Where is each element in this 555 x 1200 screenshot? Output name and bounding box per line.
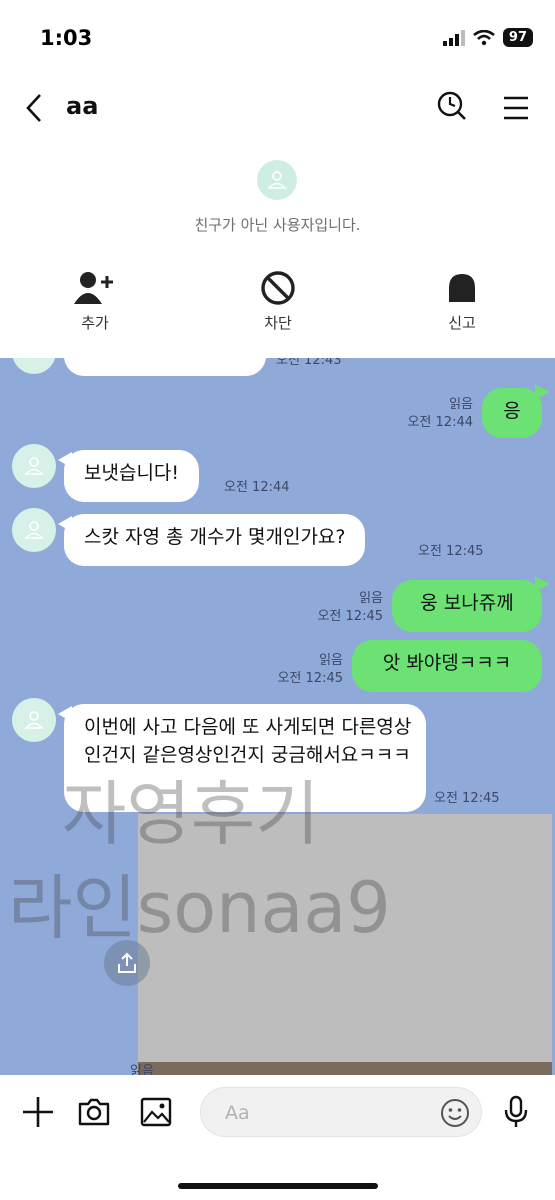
camera-icon	[78, 1098, 110, 1126]
block-icon	[261, 271, 295, 305]
voice-button[interactable]	[494, 1090, 538, 1134]
message-time: 오전 12:44	[407, 414, 473, 430]
bubble-tail	[535, 384, 549, 400]
search-button[interactable]	[432, 86, 472, 126]
status-time: 1:03	[40, 26, 93, 50]
message-bubble-out[interactable]: 응	[482, 388, 542, 438]
message-time: 오전 12:45	[317, 608, 383, 624]
back-icon	[26, 94, 41, 122]
battery-indicator: 97	[502, 28, 533, 47]
watermark-line1: 자영후기	[62, 773, 320, 855]
notice-avatar	[257, 160, 297, 200]
sender-avatar	[12, 508, 56, 552]
signal-icon	[442, 29, 465, 46]
wifi-icon	[473, 29, 495, 45]
status-icons: 97	[442, 28, 533, 47]
person-icon	[267, 171, 287, 189]
person-icon	[24, 457, 44, 475]
message-bubble-in[interactable]: 보냇습니다!	[64, 450, 200, 502]
read-receipt-group: 읽음 오전 12:44	[407, 396, 473, 431]
person-icon	[24, 711, 44, 729]
message-time: 오전 12:45	[434, 791, 500, 806]
read-receipt-group: 읽음 오전 12:45	[277, 652, 343, 687]
microphone-icon	[504, 1095, 528, 1127]
message-time: 오전 12:45	[277, 670, 343, 686]
read-receipt: 읽음	[359, 591, 383, 606]
block-button[interactable]: 차단	[218, 270, 338, 333]
home-indicator	[178, 1183, 378, 1189]
chat-area[interactable]: 오전 12:43 읽음 오전 12:44 응 보냇습니다! 오전 12:44 스…	[0, 358, 555, 1075]
message-time: 오전 12:45	[418, 544, 484, 559]
sender-avatar	[12, 444, 56, 488]
share-icon	[118, 952, 136, 973]
gallery-icon	[140, 1097, 172, 1127]
share-button[interactable]	[104, 940, 150, 986]
camera-button[interactable]	[72, 1090, 116, 1134]
menu-button[interactable]	[496, 88, 536, 128]
sender-avatar	[12, 358, 56, 374]
message-time: 오전 12:43	[276, 358, 342, 368]
back-button[interactable]	[16, 88, 52, 128]
add-friend-button[interactable]: 추가	[35, 270, 155, 333]
search-icon	[437, 91, 466, 120]
block-label: 차단	[264, 314, 292, 332]
composer-bar	[0, 1075, 555, 1200]
read-receipt: 읽음	[449, 397, 473, 412]
bubble-tail	[535, 576, 549, 592]
gallery-button[interactable]	[134, 1090, 178, 1134]
read-receipt-group: 읽음 오전 12:45	[317, 590, 383, 625]
message-bubble-out[interactable]: 웅 보나쥬께	[392, 580, 542, 632]
notice-text: 친구가 아닌 사용자입니다.	[194, 216, 361, 234]
report-icon	[449, 274, 475, 302]
menu-icon	[504, 96, 528, 120]
add-friend-icon	[74, 272, 113, 304]
message-input[interactable]	[223, 1098, 427, 1128]
attach-button[interactable]	[16, 1090, 60, 1134]
chat-title: aa	[66, 92, 99, 120]
message-bubble-out[interactable]: 앗 봐야뎅ㅋㅋㅋ	[352, 640, 542, 692]
report-label: 신고	[448, 314, 476, 332]
message-bubble-in[interactable]: 스캇 자영 총 개수가 몇개인가요?	[64, 514, 366, 566]
emoji-icon[interactable]	[439, 1097, 471, 1129]
watermark-line2: 라인sonaa9	[8, 867, 391, 949]
message-time: 오전 12:44	[224, 480, 290, 495]
report-button[interactable]: 신고	[402, 270, 522, 333]
message-bubble-in[interactable]	[64, 358, 266, 376]
photo-attachment-peek[interactable]	[138, 1062, 552, 1075]
read-receipt: 읽음	[130, 1064, 154, 1075]
chat-header: aa	[0, 78, 555, 138]
message-input-wrapper[interactable]	[200, 1087, 482, 1137]
plus-icon	[23, 1097, 53, 1127]
read-receipt: 읽음	[319, 653, 343, 668]
add-friend-label: 추가	[81, 314, 109, 332]
person-icon	[24, 521, 44, 539]
sender-avatar	[12, 698, 56, 742]
